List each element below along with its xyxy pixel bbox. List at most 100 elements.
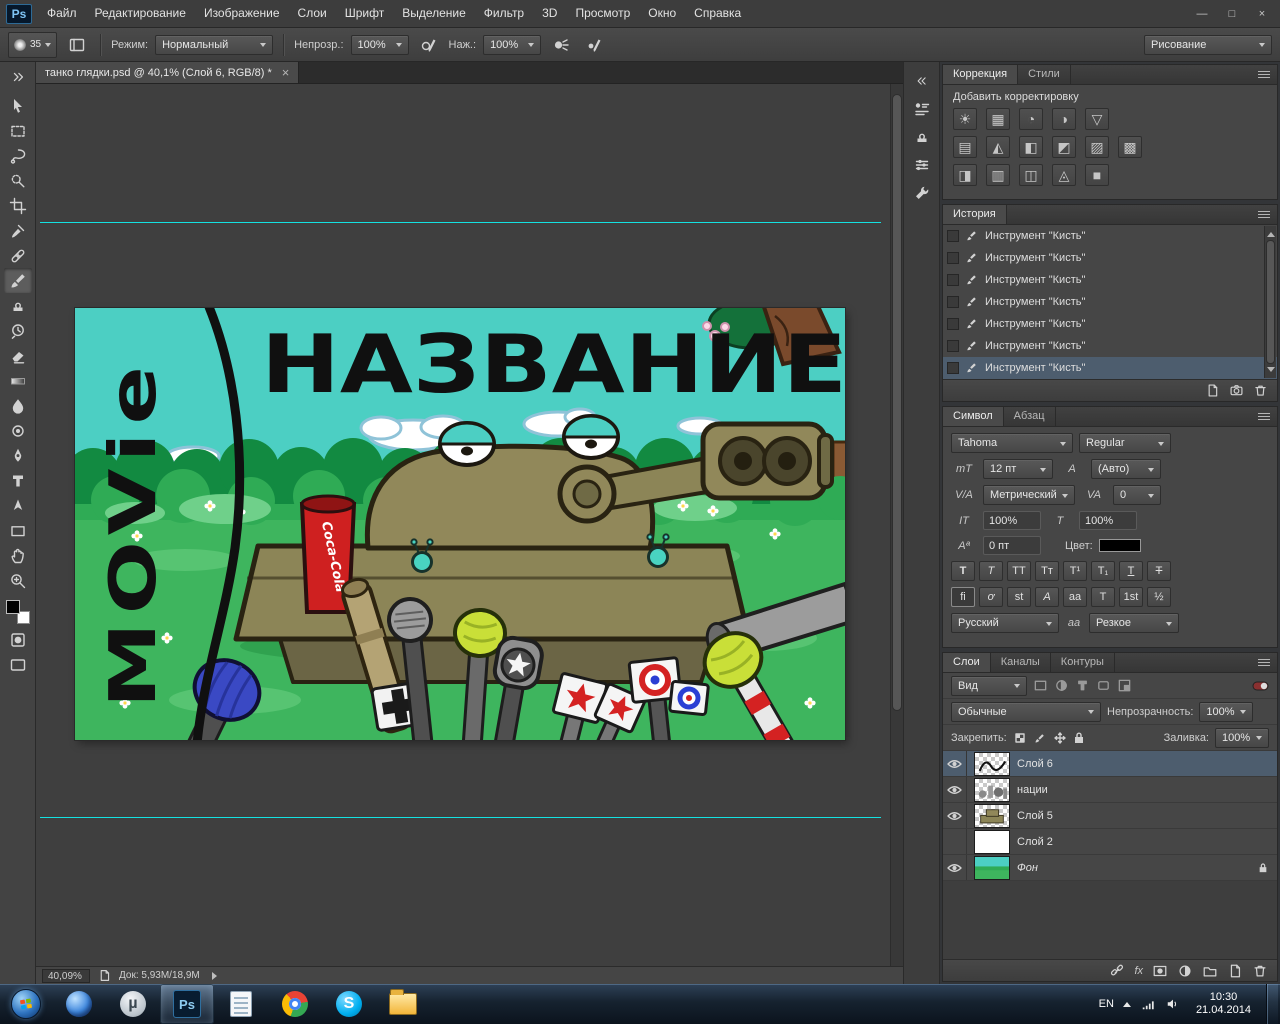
- foreground-color-swatch[interactable]: [6, 600, 20, 614]
- standard-ligatures-button[interactable]: fi: [951, 587, 975, 607]
- adjustment-posterize-button[interactable]: ▥: [986, 164, 1010, 186]
- menu-edit[interactable]: Редактирование: [86, 0, 195, 27]
- tracking-dropdown[interactable]: 0: [1113, 485, 1161, 505]
- history-source-checkbox[interactable]: [947, 318, 959, 330]
- menu-help[interactable]: Справка: [685, 0, 750, 27]
- new-adjustment-layer-icon[interactable]: [1177, 963, 1193, 979]
- adjustment-hue-button[interactable]: ▤: [953, 136, 977, 158]
- add-layer-mask-icon[interactable]: [1152, 963, 1168, 979]
- adjustment-levels-button[interactable]: ▦: [986, 108, 1010, 130]
- adjustment-photo-filter-button[interactable]: ◩: [1052, 136, 1076, 158]
- scroll-up-arrow[interactable]: [1267, 228, 1275, 237]
- layer-row[interactable]: Слой 2: [943, 829, 1277, 855]
- quick-selection-tool[interactable]: [4, 168, 32, 193]
- taskbar-chrome-button[interactable]: [268, 984, 322, 1024]
- zoom-field[interactable]: 40,09%: [42, 969, 90, 983]
- layer-fill-dropdown[interactable]: 100%: [1215, 728, 1269, 748]
- history-entry[interactable]: Инструмент "Кисть": [943, 335, 1277, 357]
- history-entry-selected[interactable]: Инструмент "Кисть": [943, 357, 1277, 379]
- swash-button[interactable]: A: [1035, 587, 1059, 607]
- adjustment-curves-button[interactable]: ◔: [1019, 108, 1043, 130]
- shape-tool[interactable]: [4, 518, 32, 543]
- adjustment-channel-mixer-button[interactable]: ▨: [1085, 136, 1109, 158]
- layer-visibility-toggle[interactable]: [943, 855, 967, 880]
- taskbar-utorrent-button[interactable]: µ: [106, 984, 160, 1024]
- contextual-alternates-button[interactable]: ơ: [979, 587, 1003, 607]
- zoom-tool[interactable]: [4, 568, 32, 593]
- filter-type-layers-icon[interactable]: [1075, 678, 1090, 693]
- eraser-tool[interactable]: [4, 343, 32, 368]
- clone-stamp-tool[interactable]: [4, 293, 32, 318]
- layer-row-background[interactable]: Фон: [943, 855, 1277, 881]
- subscript-button[interactable]: T₁: [1091, 561, 1115, 581]
- crop-tool[interactable]: [4, 193, 32, 218]
- adjustment-gradient-map-button[interactable]: ■: [1085, 164, 1109, 186]
- scroll-down-arrow[interactable]: [1267, 367, 1275, 376]
- show-desktop-button[interactable]: [1266, 984, 1278, 1024]
- font-family-dropdown[interactable]: Tahoma: [951, 433, 1073, 453]
- adjustment-bw-button[interactable]: ◧: [1019, 136, 1043, 158]
- tab-history[interactable]: История: [943, 205, 1007, 224]
- stylistic-alternates-button[interactable]: aa: [1063, 587, 1087, 607]
- tool-presets-panel-button[interactable]: [908, 180, 936, 206]
- adjustment-vibrance-button[interactable]: ▽: [1085, 108, 1109, 130]
- history-scrollbar[interactable]: [1264, 226, 1276, 378]
- start-button[interactable]: [0, 984, 52, 1024]
- new-document-from-state-icon[interactable]: [1205, 383, 1220, 398]
- layer-row-selected[interactable]: Слой 6: [943, 751, 1277, 777]
- horizontal-scale-field[interactable]: 100%: [1079, 511, 1137, 530]
- workspace-switcher[interactable]: Рисование: [1144, 35, 1272, 55]
- panel-menu-icon[interactable]: [1258, 211, 1270, 219]
- all-caps-button[interactable]: TT: [1007, 561, 1031, 581]
- screen-mode-button[interactable]: [4, 652, 32, 677]
- menu-image[interactable]: Изображение: [195, 0, 289, 27]
- lock-transparency-icon[interactable]: [1013, 731, 1027, 745]
- minimize-button[interactable]: —: [1188, 4, 1216, 24]
- history-entry[interactable]: Инструмент "Кисть": [943, 269, 1277, 291]
- strikethrough-button[interactable]: T: [1147, 561, 1171, 581]
- taskbar-notepad-button[interactable]: [214, 984, 268, 1024]
- spot-healing-tool[interactable]: [4, 243, 32, 268]
- adjustment-color-lookup-button[interactable]: ▩: [1118, 136, 1142, 158]
- history-brush-tool[interactable]: [4, 318, 32, 343]
- hand-tool[interactable]: [4, 543, 32, 568]
- history-entry[interactable]: Инструмент "Кисть": [943, 247, 1277, 269]
- scrollbar-thumb[interactable]: [1266, 240, 1275, 364]
- volume-icon[interactable]: [1165, 997, 1181, 1011]
- restore-button[interactable]: □: [1218, 4, 1246, 24]
- taskbar-explorer-button[interactable]: [376, 984, 430, 1024]
- adjustment-brightness-button[interactable]: ☀: [953, 108, 977, 130]
- brush-presets-panel-button[interactable]: [908, 96, 936, 122]
- new-group-icon[interactable]: [1202, 963, 1218, 979]
- lock-all-icon[interactable]: [1073, 731, 1085, 745]
- brush-tool[interactable]: [4, 268, 32, 293]
- history-source-checkbox[interactable]: [947, 230, 959, 242]
- history-source-checkbox[interactable]: [947, 296, 959, 308]
- opacity-dropdown[interactable]: 100%: [351, 35, 409, 55]
- properties-panel-button[interactable]: [908, 152, 936, 178]
- tab-paths[interactable]: Контуры: [1051, 653, 1115, 672]
- adjustment-color-balance-button[interactable]: ◭: [986, 136, 1010, 158]
- titling-alternates-button[interactable]: T: [1091, 587, 1115, 607]
- history-entry[interactable]: Инструмент "Кисть": [943, 225, 1277, 247]
- layer-visibility-toggle[interactable]: [943, 803, 967, 828]
- layer-visibility-toggle[interactable]: [943, 751, 967, 776]
- eyedropper-tool[interactable]: [4, 218, 32, 243]
- history-entry[interactable]: Инструмент "Кисть": [943, 313, 1277, 335]
- tab-close-button[interactable]: ×: [282, 68, 290, 78]
- marquee-tool[interactable]: [4, 118, 32, 143]
- layer-visibility-toggle[interactable]: [943, 829, 967, 854]
- history-source-checkbox[interactable]: [947, 274, 959, 286]
- tablet-pressure-size-button[interactable]: [581, 33, 607, 57]
- menu-layers[interactable]: Слои: [289, 0, 336, 27]
- taskbar-skype-button[interactable]: S: [322, 984, 376, 1024]
- horizontal-guide-top[interactable]: [40, 222, 881, 223]
- history-source-checkbox[interactable]: [947, 340, 959, 352]
- layer-row[interactable]: нации: [943, 777, 1277, 803]
- lasso-tool[interactable]: [4, 143, 32, 168]
- collapse-dock-button[interactable]: [908, 68, 936, 94]
- tab-layers[interactable]: Слои: [943, 653, 991, 672]
- adjustment-selective-color-button[interactable]: ◬: [1052, 164, 1076, 186]
- canvas-pasteboard[interactable]: Coca-Cola: [36, 84, 903, 966]
- tab-channels[interactable]: Каналы: [991, 653, 1051, 672]
